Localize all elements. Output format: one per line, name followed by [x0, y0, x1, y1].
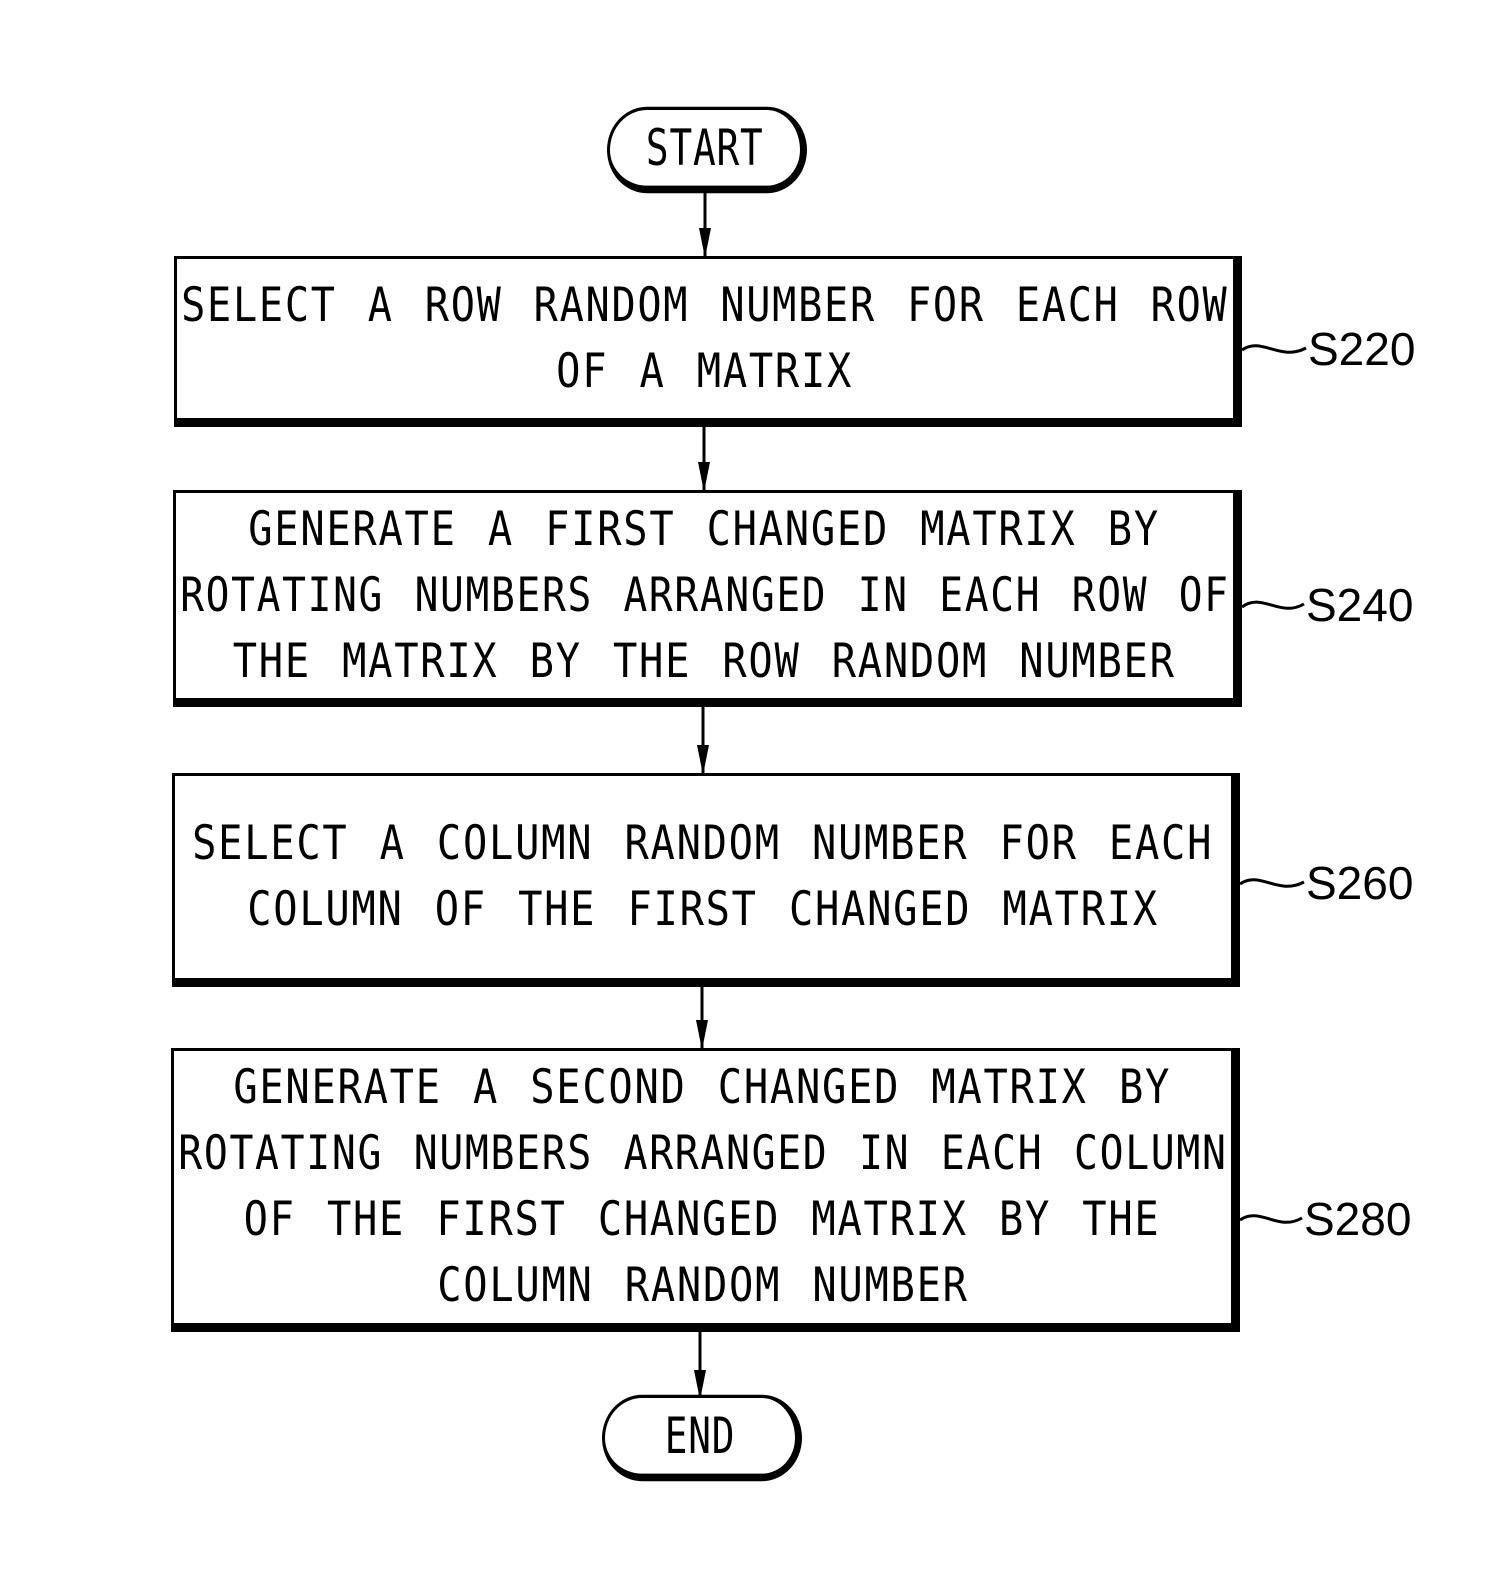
arrow-s280-to-end	[694, 1332, 706, 1400]
process-text-line: THE MATRIX BY THE ROW RANDOM NUMBER	[233, 633, 1176, 689]
end-label: END	[664, 1406, 736, 1465]
process-text-line: COLUMN RANDOM NUMBER	[436, 1258, 969, 1313]
step-label-s240: S240	[1306, 579, 1414, 631]
leader-s220	[1241, 344, 1307, 354]
step-label-s220: S220	[1308, 323, 1416, 375]
start-terminal: START	[607, 106, 807, 194]
flowchart: START SELECT A ROW RANDOM NUMBER FOR EAC…	[0, 0, 1493, 1586]
process-text-line: SELECT A ROW RANDOM NUMBER FOR EACH ROW	[181, 277, 1229, 333]
step-label-s260: S260	[1306, 857, 1414, 909]
process-box-s260: SELECT A COLUMN RANDOM NUMBER FOR EACH C…	[172, 773, 1240, 987]
process-text-line: GENERATE A FIRST CHANGED MATRIX BY	[248, 501, 1161, 557]
arrow-s220-to-s240	[698, 427, 710, 492]
process-text-line: GENERATE A SECOND CHANGED MATRIX BY	[233, 1060, 1172, 1115]
process-text-line: OF THE FIRST CHANGED MATRIX BY THE	[244, 1192, 1161, 1247]
leader-s260	[1239, 878, 1305, 888]
process-text-line: ROTATING NUMBERS ARRANGED IN EACH ROW OF	[179, 567, 1230, 623]
process-text-line: OF A MATRIX	[556, 343, 854, 399]
process-box-s220: SELECT A ROW RANDOM NUMBER FOR EACH ROW …	[174, 256, 1242, 427]
end-terminal: END	[602, 1394, 802, 1482]
leader-s240	[1241, 600, 1305, 610]
process-text-line: ROTATING NUMBERS ARRANGED IN EACH COLUMN	[177, 1126, 1228, 1181]
arrow-s240-to-s260	[697, 707, 709, 775]
process-box-s240: GENERATE A FIRST CHANGED MATRIX BY ROTAT…	[173, 490, 1242, 707]
process-box-s280: GENERATE A SECOND CHANGED MATRIX BY ROTA…	[171, 1048, 1240, 1332]
leader-s280	[1239, 1214, 1303, 1224]
process-text-line: COLUMN OF THE FIRST CHANGED MATRIX	[247, 882, 1159, 937]
arrow-s260-to-s280	[696, 987, 708, 1050]
process-text-line: SELECT A COLUMN RANDOM NUMBER FOR EACH	[192, 816, 1214, 871]
start-label: START	[646, 118, 764, 177]
step-label-s280: S280	[1304, 1193, 1412, 1245]
arrow-start-to-s220	[699, 192, 711, 258]
